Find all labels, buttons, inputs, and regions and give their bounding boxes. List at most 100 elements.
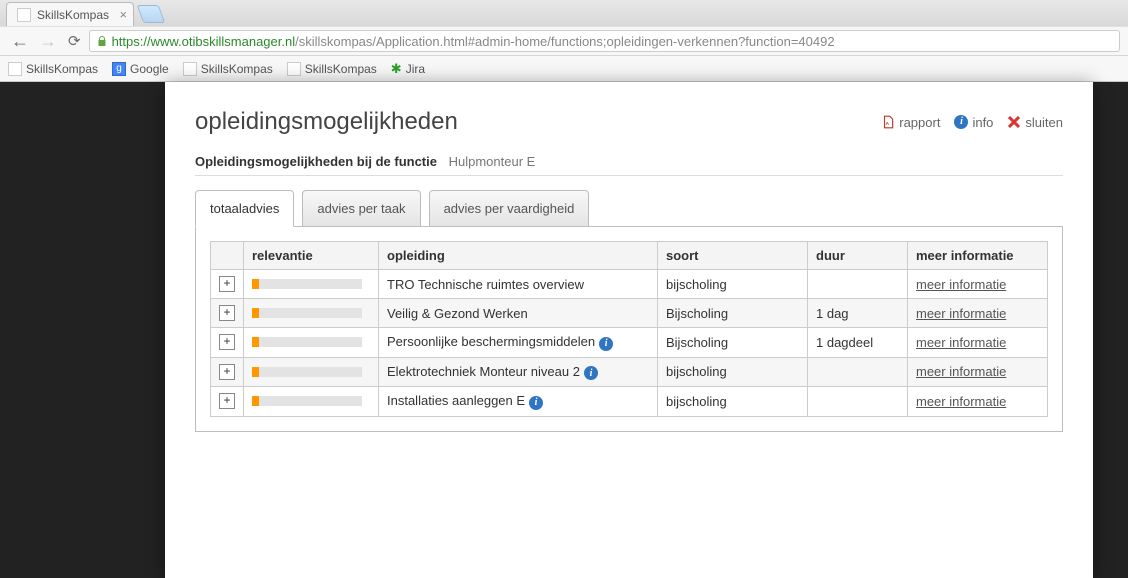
subtitle-label: Opleidingsmogelijkheden bij de functie	[195, 154, 437, 169]
info-icon[interactable]: i	[584, 366, 598, 380]
function-name: Hulpmonteur E	[449, 154, 536, 169]
bookmark-item[interactable]: ✱ Jira	[391, 61, 425, 77]
expand-button[interactable]: +	[219, 305, 235, 321]
table-row: + Installaties aanleggen Eibijscholing mee…	[211, 387, 1048, 417]
tab-strip: SkillsKompas ×	[0, 0, 1128, 26]
more-info-link[interactable]: meer informatie	[916, 335, 1006, 350]
bookmark-label: Jira	[406, 62, 425, 76]
header-actions: A rapport i info sluiten	[881, 115, 1063, 130]
favicon	[17, 8, 31, 22]
tab-close-icon[interactable]: ×	[119, 7, 127, 22]
info-label: info	[972, 115, 993, 130]
page-title: opleidingsmogelijkheden	[195, 108, 458, 136]
reload-button[interactable]: ⟳	[68, 32, 81, 50]
expand-button[interactable]: +	[219, 276, 235, 292]
expand-button[interactable]: +	[219, 393, 235, 409]
modal-sheet: opleidingsmogelijkheden A rapport i info…	[165, 82, 1093, 578]
relevance-bar	[252, 367, 362, 377]
tab-panel: relevantie opleiding soort duur meer inf…	[195, 226, 1063, 432]
bookmark-label: SkillsKompas	[305, 62, 377, 76]
viewport: opleidingsmogelijkheden A rapport i info…	[0, 82, 1128, 578]
relevance-bar	[252, 396, 362, 406]
opleiding-cell: Veilig & Gezond Werken	[379, 299, 658, 328]
info-icon: i	[954, 115, 968, 129]
table-row: + Persoonlijke beschermingsmiddeleniBijsc…	[211, 328, 1048, 358]
forward-button[interactable]: →	[36, 31, 60, 52]
page-icon	[287, 62, 301, 76]
sheet-header: opleidingsmogelijkheden A rapport i info…	[195, 108, 1063, 136]
nav-arrows: ← →	[8, 31, 60, 52]
expand-button[interactable]: +	[219, 364, 235, 380]
col-expand	[211, 242, 244, 270]
duur-cell	[808, 270, 908, 299]
browser-tab[interactable]: SkillsKompas ×	[6, 2, 134, 26]
tabs-bar: totaaladviesadvies per taakadvies per va…	[195, 190, 1063, 227]
duur-cell: 1 dagdeel	[808, 328, 908, 358]
lock-icon	[96, 35, 108, 47]
table-row: + TRO Technische ruimtes overviewbijschol…	[211, 270, 1048, 299]
soort-cell: bijscholing	[658, 387, 808, 417]
col-relevantie: relevantie	[244, 242, 379, 270]
url-host: ://www.otibskillsmanager.nl	[140, 34, 295, 49]
rapport-action[interactable]: A rapport	[881, 115, 940, 130]
new-tab-button[interactable]	[137, 5, 166, 23]
subtitle: Opleidingsmogelijkheden bij de functie H…	[195, 154, 1063, 169]
more-info-link[interactable]: meer informatie	[916, 306, 1006, 321]
col-duur: duur	[808, 242, 908, 270]
soort-cell: bijscholing	[658, 270, 808, 299]
relevance-bar	[252, 337, 362, 347]
col-soort: soort	[658, 242, 808, 270]
url-scheme: https	[112, 34, 140, 49]
bookmark-label: SkillsKompas	[201, 62, 273, 76]
pdf-icon: A	[881, 115, 895, 129]
duur-cell: 1 dag	[808, 299, 908, 328]
col-meer: meer informatie	[908, 242, 1048, 270]
tabs-widget: totaaladviesadvies per taakadvies per va…	[195, 190, 1063, 432]
address-bar[interactable]: https ://www.otibskillsmanager.nl /skill…	[89, 30, 1120, 52]
table-row: + Veilig & Gezond WerkenBijscholing1 dag m…	[211, 299, 1048, 328]
jira-icon: ✱	[391, 61, 402, 77]
bookmark-label: Google	[130, 62, 169, 76]
opleidingen-table: relevantie opleiding soort duur meer inf…	[210, 241, 1048, 417]
duur-cell	[808, 387, 908, 417]
close-icon	[1007, 115, 1021, 129]
bookmark-item[interactable]: SkillsKompas	[287, 62, 377, 76]
table-row: + Elektrotechniek Monteur niveau 2ibijsch…	[211, 357, 1048, 387]
more-info-link[interactable]: meer informatie	[916, 364, 1006, 379]
soort-cell: Bijscholing	[658, 328, 808, 358]
relevance-bar	[252, 279, 362, 289]
page-icon	[8, 62, 22, 76]
bookmark-item[interactable]: SkillsKompas	[8, 62, 98, 76]
col-opleiding: opleiding	[379, 242, 658, 270]
bookmark-item[interactable]: g Google	[112, 62, 169, 76]
bookmark-label: SkillsKompas	[26, 62, 98, 76]
browser-chrome: SkillsKompas × ← → ⟳ https ://www.otibsk…	[0, 0, 1128, 82]
opleiding-cell: TRO Technische ruimtes overview	[379, 270, 658, 299]
more-info-link[interactable]: meer informatie	[916, 394, 1006, 409]
toolbar: ← → ⟳ https ://www.otibskillsmanager.nl …	[0, 26, 1128, 56]
tab-advies-per-vaardigheid[interactable]: advies per vaardigheid	[429, 190, 590, 227]
soort-cell: Bijscholing	[658, 299, 808, 328]
close-label: sluiten	[1025, 115, 1063, 130]
tab-advies-per-taak[interactable]: advies per taak	[302, 190, 420, 227]
close-action[interactable]: sluiten	[1007, 115, 1063, 130]
back-button[interactable]: ←	[8, 31, 32, 52]
page-icon	[183, 62, 197, 76]
info-icon[interactable]: i	[599, 337, 613, 351]
opleiding-cell: Installaties aanleggen Ei	[379, 387, 658, 417]
bookmarks-bar: SkillsKompas g Google SkillsKompas SkillsKom…	[0, 56, 1128, 82]
tab-title: SkillsKompas	[37, 8, 109, 22]
opleiding-cell: Elektrotechniek Monteur niveau 2i	[379, 357, 658, 387]
info-action[interactable]: i info	[954, 115, 993, 130]
bookmark-item[interactable]: SkillsKompas	[183, 62, 273, 76]
info-icon[interactable]: i	[529, 396, 543, 410]
duur-cell	[808, 357, 908, 387]
soort-cell: bijscholing	[658, 357, 808, 387]
more-info-link[interactable]: meer informatie	[916, 277, 1006, 292]
expand-button[interactable]: +	[219, 334, 235, 350]
tab-totaaladvies[interactable]: totaaladvies	[195, 190, 294, 227]
relevance-bar	[252, 308, 362, 318]
google-icon: g	[112, 62, 126, 76]
divider	[195, 175, 1063, 176]
opleiding-cell: Persoonlijke beschermingsmiddeleni	[379, 328, 658, 358]
